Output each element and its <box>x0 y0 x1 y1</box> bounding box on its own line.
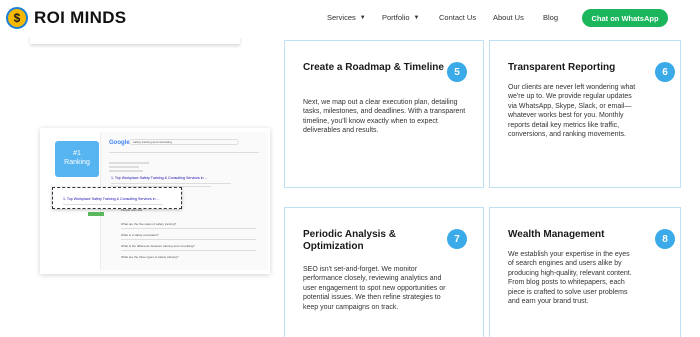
card-body: SEO isn't set-and-forget. We monitor per… <box>303 266 446 311</box>
card-body: Next, we map out a clear execution plan,… <box>303 99 466 135</box>
nav-about[interactable]: About Us <box>493 13 524 22</box>
nav-blog-label: Blog <box>543 13 559 22</box>
card-body: We establish your expertise in the eyes … <box>508 251 632 306</box>
nav-portfolio-label: Portfolio <box>382 13 410 22</box>
snippet-line <box>111 183 231 184</box>
nav-services[interactable]: Services ▼ <box>327 13 366 22</box>
search-query: safety training and consulting <box>129 139 239 145</box>
serp-ranking-image: #1 Ranking Google safety training and con… <box>40 128 270 274</box>
step-number-badge: 6 <box>655 62 675 82</box>
step-card-5: Create a Roadmap & Timeline Next, we map… <box>284 40 484 188</box>
search-logo: Google <box>109 140 130 146</box>
snippet-line <box>63 204 163 205</box>
snippet-line <box>109 162 149 164</box>
caret-down-icon: ▼ <box>359 14 366 21</box>
result-title: 1. Top Workplace Safety Training & Consu… <box>111 176 208 180</box>
step-number-badge: 7 <box>447 229 467 249</box>
snippet-line <box>109 170 143 172</box>
site-header: $ ROI MINDS Services ▼ Portfolio ▼ Conta… <box>0 0 700 38</box>
divider <box>121 239 256 240</box>
caret-down-icon: ▼ <box>413 14 420 21</box>
paa-question: What is the difference between training … <box>121 244 195 248</box>
snippet-line <box>109 166 139 168</box>
paa-question: What are the five steps of safety traini… <box>121 222 177 226</box>
card-title: Transparent Reporting <box>508 62 616 73</box>
paa-question: What are the three types of safety train… <box>121 255 179 259</box>
ranking-badge: #1 Ranking <box>55 141 99 177</box>
nav-services-label: Services <box>327 13 356 22</box>
divider <box>121 228 256 229</box>
paa-question: What is a safety consultant? <box>121 233 159 237</box>
nav-about-label: About Us <box>493 13 524 22</box>
card-title: Create a Roadmap & Timeline <box>303 62 444 73</box>
card-body: Our clients are never left wondering wha… <box>508 84 636 139</box>
divider <box>121 250 256 251</box>
step-card-6: Transparent Reporting Our clients are ne… <box>489 40 681 188</box>
ranking-badge-text: #1 Ranking <box>64 150 90 166</box>
nav-portfolio[interactable]: Portfolio ▼ <box>382 13 419 22</box>
nav-contact-label: Contact Us <box>439 13 477 22</box>
nav-blog[interactable]: Blog <box>543 13 558 22</box>
result-cta-mark <box>88 212 104 216</box>
nav-contact[interactable]: Contact Us <box>439 13 476 22</box>
whatsapp-chat-button[interactable]: Chat on WhatsApp <box>582 9 668 27</box>
step-number-badge: 8 <box>655 229 675 249</box>
step-card-7: Periodic Analysis & Optimization SEO isn… <box>284 207 484 337</box>
divider <box>109 152 259 153</box>
card-title: Wealth Management <box>508 229 605 240</box>
step-number-badge: 5 <box>447 62 467 82</box>
step-card-8: Wealth Management We establish your expe… <box>489 207 681 337</box>
highlighted-result: 1. Top Workplace Safety Training & Consu… <box>52 187 182 209</box>
highlighted-result-title: 1. Top Workplace Safety Training & Consu… <box>63 197 160 201</box>
card-title: Periodic Analysis & Optimization <box>303 229 396 252</box>
